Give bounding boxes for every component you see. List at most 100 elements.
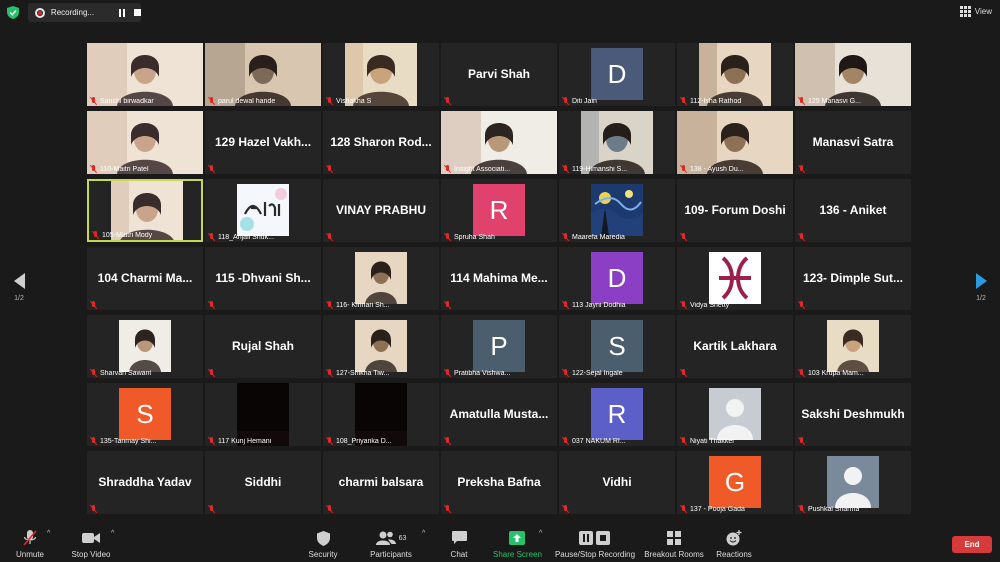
- participant-tile[interactable]: 123- Dimple Sut...: [795, 247, 911, 310]
- participant-tile[interactable]: 138 - Ayush Du...: [677, 111, 793, 174]
- participant-tile[interactable]: Amatulla Musta...: [441, 383, 557, 446]
- end-meeting-button[interactable]: End: [952, 536, 992, 553]
- share-screen-button[interactable]: Share Screen: [493, 530, 542, 559]
- participant-tile[interactable]: Manasvi Satra: [795, 111, 911, 174]
- participant-tile[interactable]: parul dewal hande: [205, 43, 321, 106]
- participant-tile[interactable]: 108_Priyanka D...: [323, 383, 439, 446]
- participant-name-label: [326, 233, 333, 241]
- participant-gallery: Sanchi birwadkar parul dewal hande Vishakh…: [87, 43, 915, 519]
- muted-mic-icon: [444, 369, 451, 377]
- participant-tile[interactable]: 117 Kunj Hemani: [205, 383, 321, 446]
- participant-tile[interactable]: P Pratibha Vishwa...: [441, 315, 557, 378]
- participant-display-name: Vidhi: [602, 475, 632, 489]
- participant-tile[interactable]: Niyati Thakker: [677, 383, 793, 446]
- participant-tile[interactable]: R Spruha Shah: [441, 179, 557, 242]
- participant-display-name: 123- Dimple Sut...: [802, 271, 904, 285]
- unmute-button[interactable]: Unmute: [12, 530, 48, 559]
- participant-tile[interactable]: D Diti Jain: [559, 43, 675, 106]
- muted-mic-icon: [562, 301, 569, 309]
- pause-recording-icon[interactable]: [117, 8, 127, 18]
- participant-name-label: 117 Kunj Hemani: [208, 437, 271, 445]
- participant-tile[interactable]: Sakshi Deshmukh: [795, 383, 911, 446]
- participant-name-label: [90, 301, 97, 309]
- participant-tile[interactable]: 115 -Dhvani Sh...: [205, 247, 321, 310]
- participant-name-label: 127-Shikha Tiw...: [326, 369, 389, 377]
- participant-tile[interactable]: Sharvari Sawant: [87, 315, 203, 378]
- breakout-rooms-button[interactable]: Breakout Rooms: [644, 530, 704, 559]
- participant-tile[interactable]: Pushkal Sharma: [795, 451, 911, 514]
- muted-mic-icon: [326, 369, 333, 377]
- participant-name-label: Pratibha Vishwa...: [444, 369, 510, 377]
- participant-tile[interactable]: R 037 NAKUM RI...: [559, 383, 675, 446]
- participant-name-label: 122-Sejal Ingale: [562, 369, 623, 377]
- participant-tile[interactable]: G 137 - Pooja Gada: [677, 451, 793, 514]
- participant-tile[interactable]: 114 Mahima Me...: [441, 247, 557, 310]
- stop-recording-icon[interactable]: [134, 9, 141, 16]
- muted-mic-icon: [208, 505, 215, 513]
- participants-button[interactable]: 63 Participants: [368, 530, 414, 559]
- participant-name-label: 112-Isha Rathod: [680, 97, 741, 105]
- participant-tile[interactable]: S 122-Sejal Ingale: [559, 315, 675, 378]
- participant-name: Insight Associati...: [454, 165, 511, 173]
- participant-tile[interactable]: 116- Kinnari Sh...: [323, 247, 439, 310]
- participant-tile[interactable]: 129 Hazel Vakh...: [205, 111, 321, 174]
- participant-tile[interactable]: Vishakha S: [323, 43, 439, 106]
- shield-check-icon[interactable]: [7, 6, 19, 19]
- participant-tile[interactable]: S 135-Tanmay Shi...: [87, 383, 203, 446]
- reactions-button[interactable]: Reactions: [716, 530, 752, 559]
- participant-tile[interactable]: charmi balsara: [323, 451, 439, 514]
- participant-tile[interactable]: 112-Isha Rathod: [677, 43, 793, 106]
- participant-tile[interactable]: 103 Krupa Mam...: [795, 315, 911, 378]
- participant-name: Spruha Shah: [454, 233, 495, 241]
- participant-tile[interactable]: Vidya Shetty: [677, 247, 793, 310]
- chat-button[interactable]: Chat: [447, 530, 471, 559]
- participant-tile[interactable]: 127-Shikha Tiw...: [323, 315, 439, 378]
- participant-tile[interactable]: D 113 Jayni Dodhia: [559, 247, 675, 310]
- muted-mic-icon: [680, 233, 687, 241]
- security-button[interactable]: Security: [306, 530, 340, 559]
- participant-tile[interactable]: Insight Associati...: [441, 111, 557, 174]
- participant-tile[interactable]: 125 Manasvi G...: [795, 43, 911, 106]
- participant-tile[interactable]: 128 Sharon Rod...: [323, 111, 439, 174]
- participant-display-name: Manasvi Satra: [812, 135, 894, 149]
- participant-name-label: 116- Kinnari Sh...: [326, 301, 390, 309]
- participant-tile[interactable]: 118_Anjali Shuk...: [205, 179, 321, 242]
- video-options-chevron-icon[interactable]: ^: [111, 530, 114, 537]
- participant-tile[interactable]: 109- Forum Doshi: [677, 179, 793, 242]
- participant-tile[interactable]: Preksha Bafna: [441, 451, 557, 514]
- participant-name-label: 138 - Ayush Du...: [680, 165, 744, 173]
- muted-mic-icon: [798, 165, 805, 173]
- security-label: Security: [308, 550, 338, 559]
- participant-tile[interactable]: Kartik Lakhara: [677, 315, 793, 378]
- participant-name: 037 NAKUM RI...: [572, 437, 626, 445]
- participant-tile[interactable]: Maarefa Maredia: [559, 179, 675, 242]
- participant-tile[interactable]: Shraddha Yadav: [87, 451, 203, 514]
- participant-tile[interactable]: 104 Charmi Ma...: [87, 247, 203, 310]
- pause-stop-recording-button[interactable]: Pause/Stop Recording: [554, 530, 636, 559]
- stop-video-button[interactable]: Stop Video: [70, 530, 112, 559]
- participant-tile[interactable]: Sanchi birwadkar: [87, 43, 203, 106]
- next-page-button[interactable]: 1/2: [970, 273, 992, 302]
- participant-tile[interactable]: Rujal Shah: [205, 315, 321, 378]
- participant-name-label: 108_Priyanka D...: [326, 437, 392, 445]
- top-bar: Recording... View: [0, 0, 1000, 26]
- participant-tile[interactable]: 110-Maitri Patel: [87, 111, 203, 174]
- participant-tile[interactable]: Siddhi: [205, 451, 321, 514]
- participant-tile[interactable]: 136 - Aniket: [795, 179, 911, 242]
- muted-mic-icon: [90, 301, 97, 309]
- participant-name: Pratibha Vishwa...: [454, 369, 511, 377]
- participant-tile[interactable]: Parvi Shah: [441, 43, 557, 106]
- participant-tile[interactable]: Vidhi: [559, 451, 675, 514]
- muted-mic-icon: [444, 165, 451, 173]
- participant-tile[interactable]: 119-Himanshi S...: [559, 111, 675, 174]
- previous-page-button[interactable]: 1/2: [8, 273, 30, 302]
- muted-mic-icon: [326, 97, 333, 105]
- share-options-chevron-icon[interactable]: ^: [539, 530, 542, 537]
- audio-options-chevron-icon[interactable]: ^: [47, 530, 50, 537]
- participant-avatar: G: [709, 456, 761, 508]
- view-button[interactable]: View: [959, 6, 992, 17]
- participants-options-chevron-icon[interactable]: ^: [422, 530, 425, 537]
- participant-name-label: 119-Himanshi S...: [562, 165, 627, 173]
- participant-tile[interactable]: VINAY PRABHU: [323, 179, 439, 242]
- participant-tile[interactable]: 105-Maitri Mody: [87, 179, 203, 242]
